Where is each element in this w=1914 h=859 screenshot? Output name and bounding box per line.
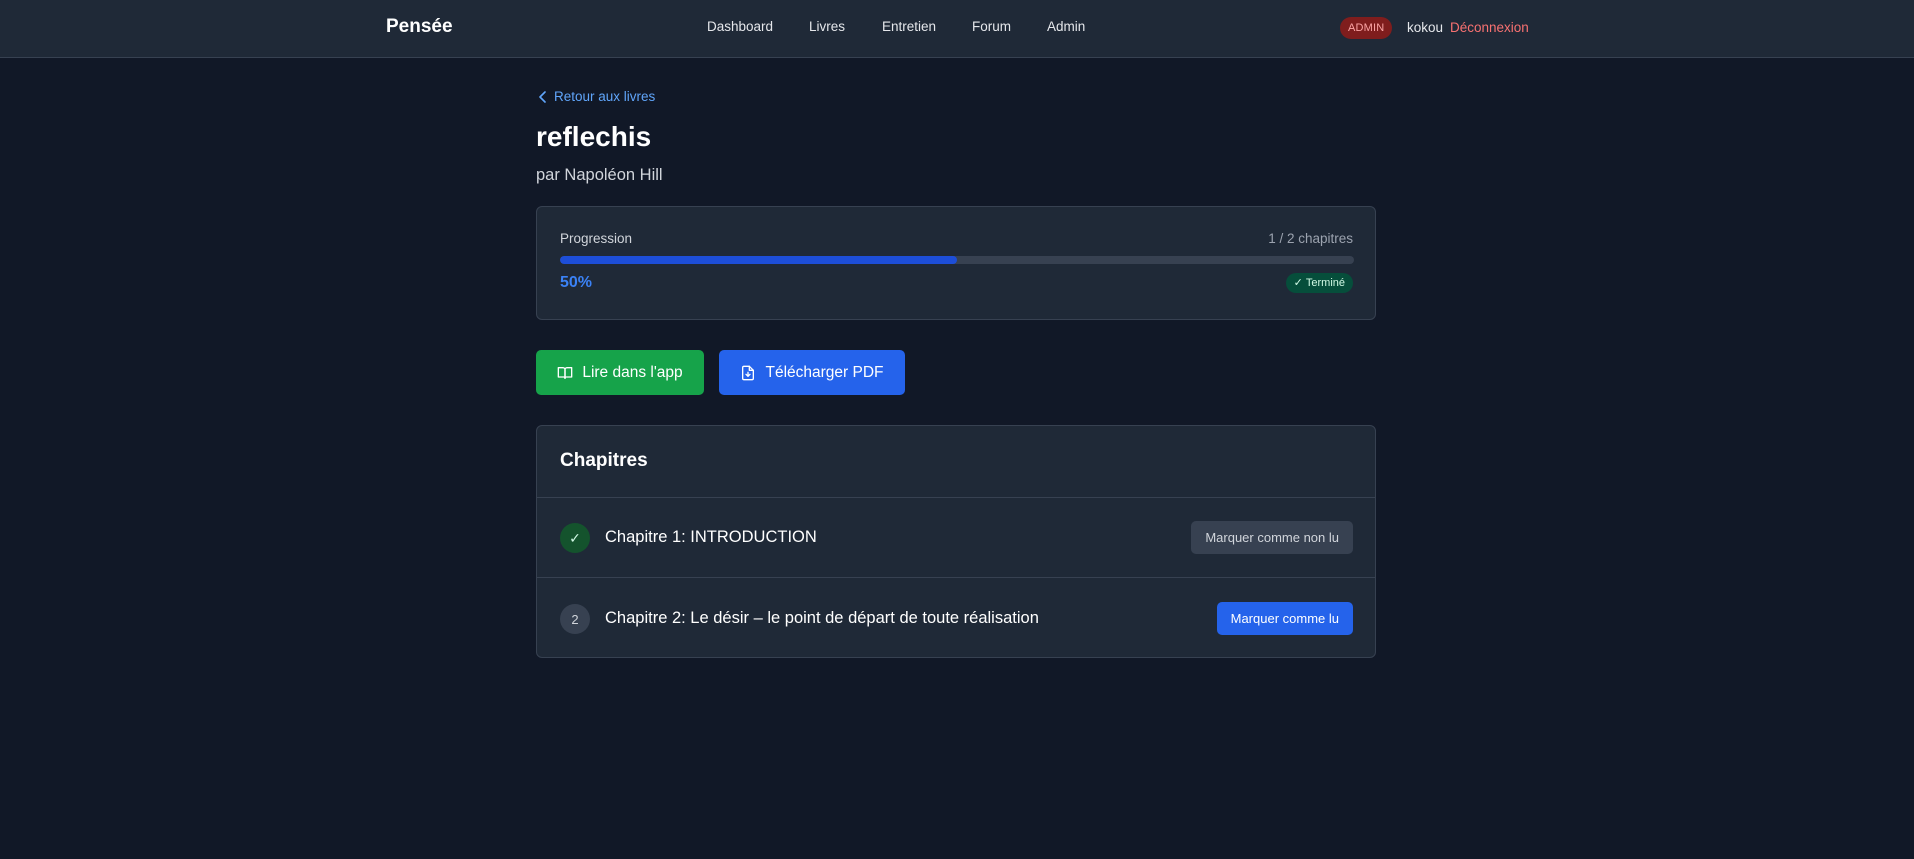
check-icon: ✓ <box>1293 277 1303 289</box>
progress-percent: 50% <box>560 274 593 291</box>
chapter-title[interactable]: Chapitre 2: Le désir – le point de dépar… <box>605 609 1039 628</box>
download-pdf-label: Télécharger PDF <box>765 363 884 381</box>
progress-bar <box>560 256 1354 264</box>
progress-count: 1 / 2 chapitres <box>1268 231 1353 246</box>
progress-card: Progression 1 / 2 chapitres 50% ✓ Termin… <box>536 206 1376 320</box>
nav-forum[interactable]: Forum <box>972 19 1011 34</box>
book-title: reflechis <box>536 121 652 152</box>
mark-unread-button[interactable]: Marquer comme non lu <box>1191 521 1353 554</box>
chapters-title: Chapitres <box>560 450 648 471</box>
chapter-row: ✓ Chapitre 1: INTRODUCTION Marquer comme… <box>537 498 1375 578</box>
chapter-title[interactable]: Chapitre 1: INTRODUCTION <box>605 528 817 547</box>
chapters-card: Chapitres ✓ Chapitre 1: INTRODUCTION Mar… <box>536 425 1376 658</box>
chapter-read-check-icon: ✓ <box>560 523 590 553</box>
chevron-left-icon <box>539 90 546 103</box>
book-author: par Napoléon Hill <box>536 166 663 184</box>
chapter-row: 2 Chapitre 2: Le désir – le point de dép… <box>537 579 1375 657</box>
status-badge-label: Terminé <box>1305 277 1345 289</box>
role-badge: ADMIN <box>1340 17 1393 39</box>
mark-read-button[interactable]: Marquer comme lu <box>1216 602 1353 635</box>
progress-label: Progression <box>560 231 633 246</box>
book-open-icon <box>557 366 573 379</box>
username: kokou <box>1407 20 1444 35</box>
logout-link[interactable]: Déconnexion <box>1450 20 1529 35</box>
read-in-app-button[interactable]: Lire dans l'app <box>536 350 704 395</box>
file-download-icon <box>742 365 755 380</box>
nav-livres[interactable]: Livres <box>809 19 845 34</box>
brand-logo[interactable]: Pensée <box>386 16 453 38</box>
chapter-number: 2 <box>560 604 590 634</box>
back-link-label: Retour aux livres <box>554 89 656 104</box>
nav-entretien[interactable]: Entretien <box>882 19 936 34</box>
top-navbar: Pensée Dashboard Livres Entretien Forum … <box>0 0 1914 58</box>
back-to-books-link[interactable]: Retour aux livres <box>538 89 655 104</box>
nav-dashboard[interactable]: Dashboard <box>707 19 773 34</box>
status-badge: ✓ Terminé <box>1285 273 1353 293</box>
nav-admin[interactable]: Admin <box>1047 19 1085 34</box>
download-pdf-button[interactable]: Télécharger PDF <box>719 350 905 395</box>
read-in-app-label: Lire dans l'app <box>582 363 683 381</box>
chapters-header: Chapitres <box>537 426 1375 498</box>
progress-bar-fill <box>560 256 957 264</box>
